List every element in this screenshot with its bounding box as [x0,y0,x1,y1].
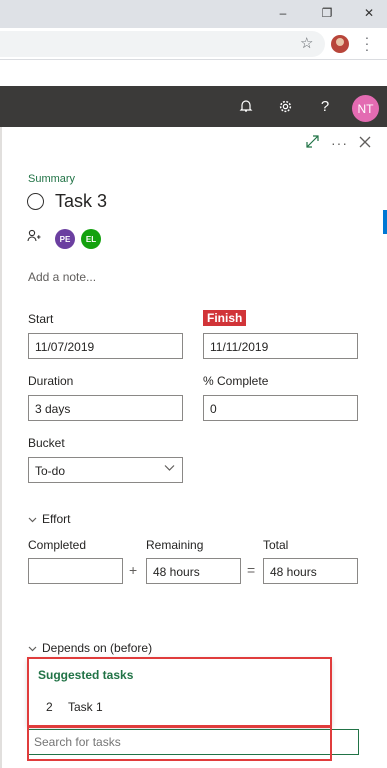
close-panel-icon[interactable] [359,135,371,151]
remaining-hours-label: Remaining [146,538,204,552]
app-header: ? [0,86,387,127]
finish-date-label: Finish [203,310,247,326]
bookmark-star-icon[interactable]: ☆ [300,34,313,52]
equals-sign: = [247,562,256,578]
depends-section-toggle[interactable]: Depends on (before) [28,641,152,655]
suggested-task-name[interactable]: Task 1 [68,700,103,714]
user-avatar[interactable]: NT [352,95,379,122]
browser-toolbar: ☆ · · · [0,28,387,60]
search-tasks-input[interactable] [28,729,359,755]
duration-field[interactable]: 3 days [28,395,183,421]
task-title[interactable]: Task 3 [55,191,107,212]
completed-hours-label: Completed [28,538,87,552]
bucket-select[interactable]: To-do [28,457,183,483]
browser-menu-icon[interactable]: · · · [364,30,370,56]
expand-icon[interactable] [306,135,319,151]
panel-left-border [0,127,2,768]
suggested-tasks-heading: Suggested tasks [38,668,134,682]
assignee-avatar-pe[interactable]: PE [55,229,75,249]
page-top-strip [0,60,387,86]
assignee-avatar-el[interactable]: EL [81,229,101,249]
bell-icon[interactable] [237,97,255,115]
start-date-field[interactable]: 11/07/2019 [28,333,183,359]
more-options-icon[interactable]: ··· [331,135,348,151]
section-summary-label: Summary [28,173,76,185]
chevron-down-icon [28,515,42,526]
percent-complete-field[interactable]: 0 [203,395,358,421]
restore-button[interactable]: ❐ [318,4,336,22]
close-window-button[interactable]: ✕ [360,4,378,22]
completed-hours-field[interactable] [28,558,123,584]
percent-complete-label: % Complete [203,374,269,388]
depends-heading: Depends on (before) [42,641,153,655]
effort-heading: Effort [42,512,71,526]
plus-sign: + [129,562,138,578]
start-date-label: Start [28,312,54,326]
bucket-label: Bucket [28,436,65,450]
suggested-task-number[interactable]: 2 [46,700,53,714]
remaining-hours-field[interactable]: 48 hours [146,558,241,584]
add-note-field[interactable]: Add a note... [28,270,96,284]
total-hours-label: Total [263,538,289,552]
chevron-down-icon [164,463,175,475]
finish-date-field[interactable]: 11/11/2019 [203,333,358,359]
minimize-button[interactable]: – [274,4,292,22]
duration-label: Duration [28,374,74,388]
assign-person-icon[interactable] [27,229,41,246]
gear-icon[interactable] [276,97,294,115]
complete-task-checkbox[interactable] [27,193,44,210]
browser-titlebar: – ❐ ✕ [0,0,387,28]
profile-avatar[interactable] [331,35,349,53]
total-hours-field[interactable]: 48 hours [263,558,358,584]
effort-section-toggle[interactable]: Effort [28,512,70,526]
address-bar[interactable] [0,31,325,57]
help-icon[interactable]: ? [316,97,334,115]
scroll-indicator [383,210,387,234]
chevron-down-icon [28,644,42,655]
